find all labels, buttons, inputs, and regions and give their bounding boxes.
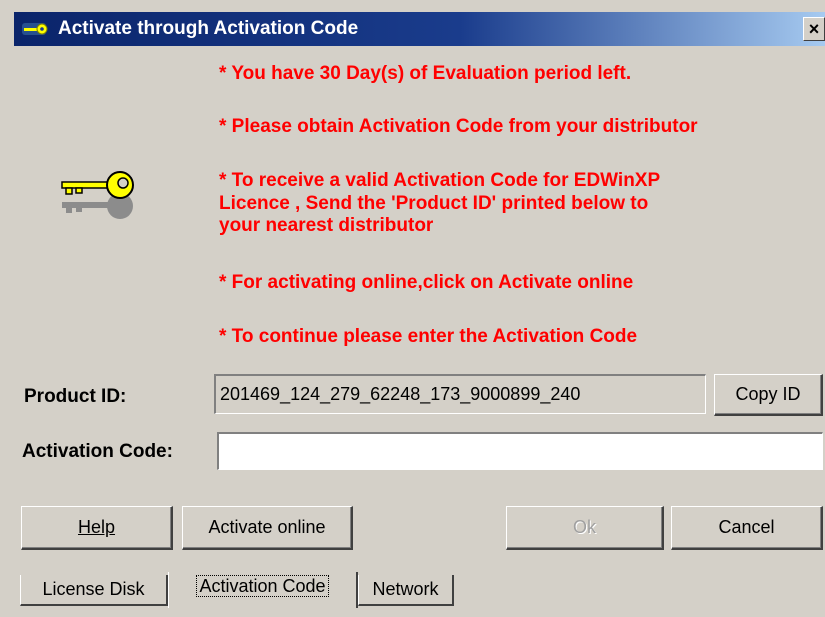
product-id-label: Product ID: [24,386,127,407]
tab-license-disk-label: License Disk [42,579,145,599]
close-button[interactable]: × [803,17,825,41]
obtain-code-message: * Please obtain Activation Code from you… [219,116,698,137]
key-icon [22,23,48,35]
instruction-line-1: * To receive a valid Activation Code for… [219,170,661,191]
tab-activation-code-label: Activation Code [196,575,329,597]
continue-message: * To continue please enter the Activatio… [219,326,638,347]
activation-code-label: Activation Code: [22,441,173,462]
instruction-line-2: Licence , Send the 'Product ID' printed … [219,193,649,214]
activate-online-button[interactable]: Activate online [182,506,353,550]
tab-network-label: Network [372,579,439,599]
online-message: * For activating online,click on Activat… [219,272,634,293]
close-icon: × [808,19,820,39]
instruction-line-3: your nearest distributor [219,215,434,236]
cancel-button[interactable]: Cancel [671,506,823,550]
product-id-field[interactable] [214,374,706,414]
tab-network[interactable]: Network [358,575,454,606]
window-title: Activate through Activation Code [58,18,359,39]
key-icon [61,171,134,219]
help-button-label: Help [77,517,116,537]
ok-button[interactable]: Ok [506,506,664,550]
help-button[interactable]: Help [21,506,173,550]
activation-code-input[interactable] [217,432,823,470]
tab-strip: License Disk Activation Code Network [14,570,825,610]
tab-license-disk[interactable]: License Disk [20,575,168,606]
tab-activation-code[interactable]: Activation Code [168,572,358,608]
title-bar[interactable]: Activate through Activation Code × [14,12,825,46]
evaluation-message: * You have 30 Day(s) of Evaluation perio… [219,63,632,84]
activation-dialog: Activate through Activation Code × * You… [0,0,825,617]
copy-id-button[interactable]: Copy ID [714,374,823,416]
